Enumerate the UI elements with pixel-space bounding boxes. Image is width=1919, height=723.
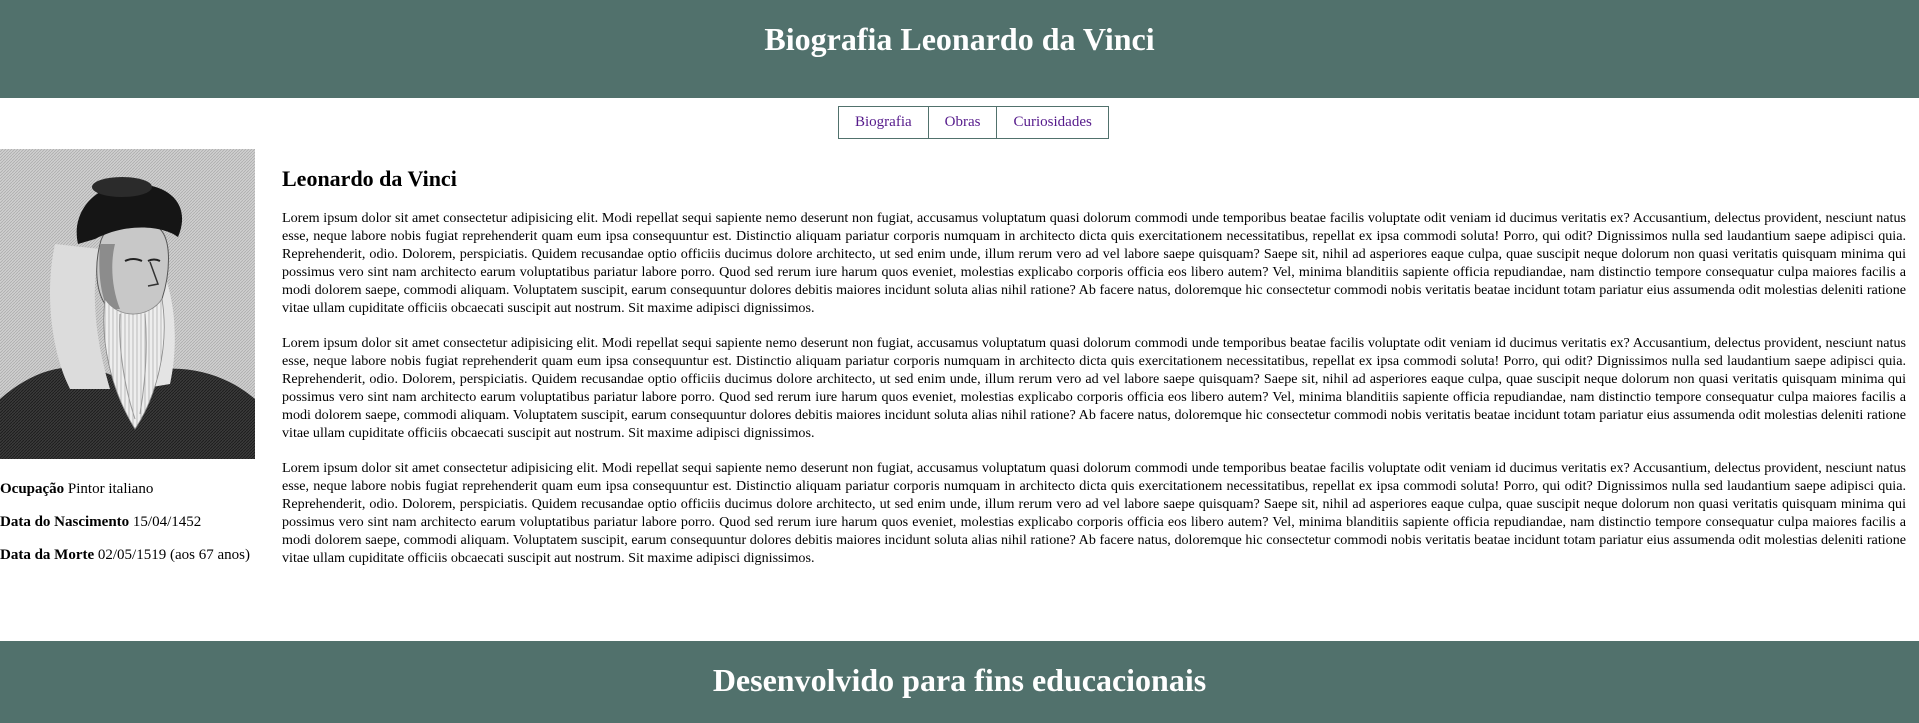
death-label: Data da Morte — [0, 547, 95, 563]
page-footer: Desenvolvido para fins educacionais — [0, 641, 1919, 723]
biography-paragraph: Lorem ipsum dolor sit amet consectetur a… — [282, 210, 1906, 316]
birth-label: Data do Nascimento — [0, 514, 130, 530]
nav-link-curiosidades[interactable]: Curiosidades — [996, 107, 1107, 138]
birth-row: Data do Nascimento 15/04/1452 — [0, 514, 201, 531]
portrait-drawing — [0, 149, 255, 459]
page-header: Biografia Leonardo da Vinci — [0, 0, 1919, 98]
death-row: Data da Morte 02/05/1519 (aos 67 anos) — [0, 547, 250, 564]
occupation-value: Pintor italiano — [67, 481, 154, 497]
portrait-image — [0, 149, 255, 459]
biography-paragraph: Lorem ipsum dolor sit amet consectetur a… — [282, 335, 1906, 441]
biography-content: Leonardo da Vinci Lorem ipsum dolor sit … — [282, 166, 1906, 584]
biography-heading: Leonardo da Vinci — [282, 166, 457, 191]
footer-text: Desenvolvido para fins educacionais — [712, 661, 1207, 698]
main-nav: Biografia Obras Curiosidades — [838, 106, 1109, 139]
death-value: 02/05/1519 (aos 67 anos) — [97, 547, 250, 563]
occupation-label: Ocupação — [0, 481, 65, 497]
nav-link-biografia[interactable]: Biografia — [839, 107, 928, 138]
biography-paragraph: Lorem ipsum dolor sit amet consectetur a… — [282, 460, 1906, 566]
page-title: Biografia Leonardo da Vinci — [764, 20, 1155, 57]
occupation-row: Ocupação Pintor italiano — [0, 481, 153, 498]
nav-link-obras[interactable]: Obras — [927, 107, 997, 138]
birth-value: 15/04/1452 — [132, 514, 202, 530]
